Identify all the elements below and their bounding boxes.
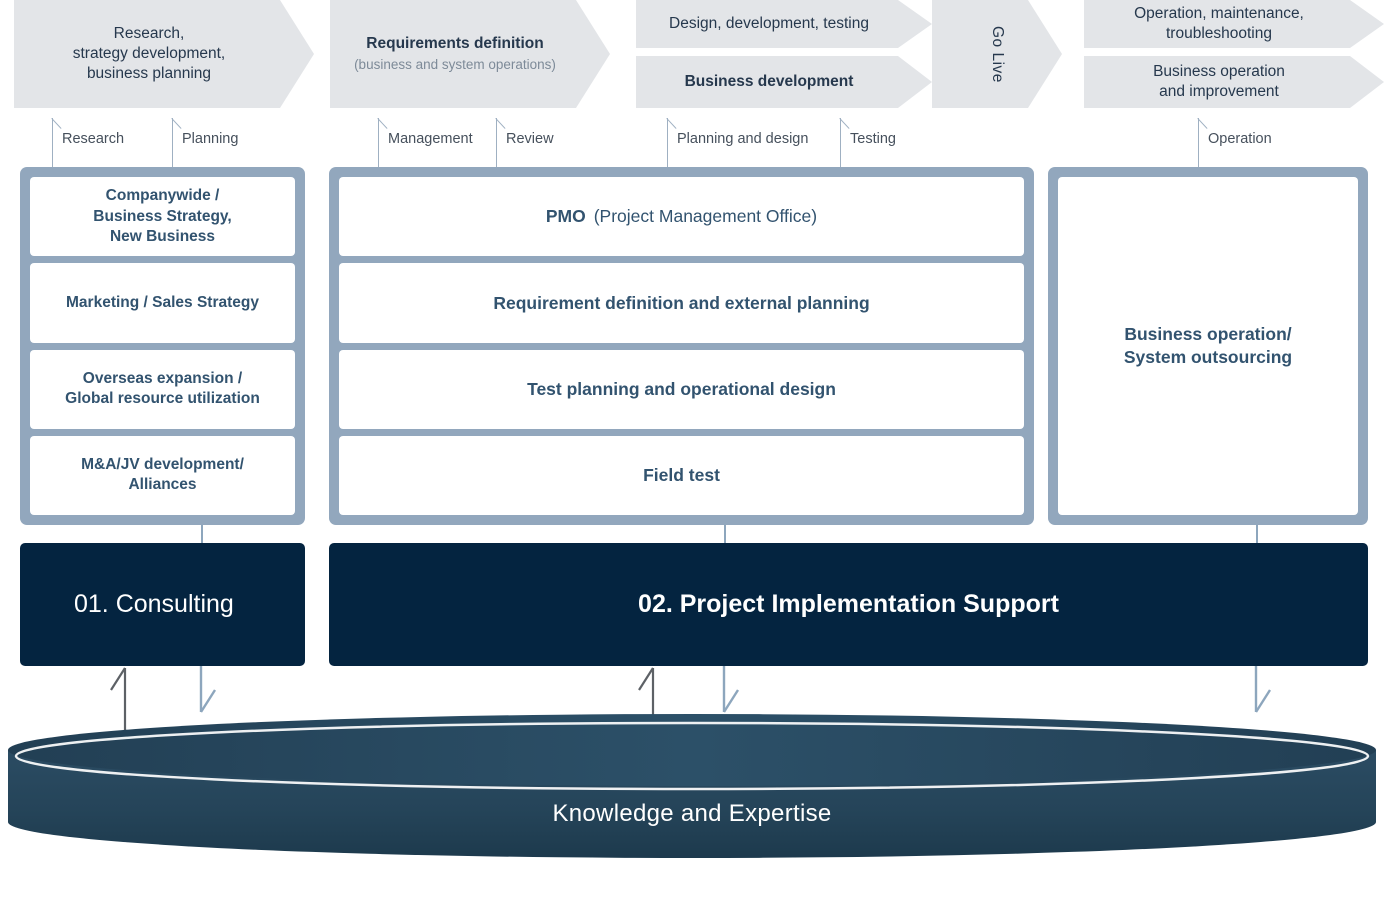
tick-label-planning: Planning [182, 131, 239, 147]
phase-arrow-go-live: Go Live [932, 0, 1062, 108]
card-overseas-expansion-label: Overseas expansion / Global resource uti… [65, 369, 260, 408]
phase-arrow-design-development-testing-title: Design, development, testing [669, 15, 869, 33]
card-pmo-rest: (Project Management Office) [593, 206, 818, 227]
tick-flag-planning [172, 118, 184, 130]
panel-consulting: Companywide / Business Strategy, New Bus… [20, 167, 305, 525]
phase-arrow-business-operation: Business operation and improvement [1084, 56, 1384, 108]
bar-consulting-label: 01. Consulting [74, 590, 234, 618]
card-requirement-definition-external-planning[interactable]: Requirement definition and external plan… [339, 263, 1024, 343]
phase-arrow-requirements: Requirements definition (business and sy… [330, 0, 610, 108]
connector-project-panel-to-bar [724, 525, 726, 543]
tick-label-planning-and-design: Planning and design [677, 131, 809, 147]
phase-arrow-research: Research, strategy development, business… [14, 0, 314, 108]
tick-flag-operation [1198, 118, 1210, 130]
tick-label-research: Research [62, 131, 125, 147]
phase-arrow-business-development-title: Business development [684, 73, 854, 91]
tick-flag-testing [840, 118, 852, 130]
phase-arrow-business-development: Business development [636, 56, 932, 108]
connector-operation-panel-to-bar [1256, 525, 1258, 543]
tick-flag-research [52, 118, 64, 130]
card-companywide-business-strategy-label: Companywide / Business Strategy, New Bus… [93, 187, 232, 245]
card-companywide-business-strategy[interactable]: Companywide / Business Strategy, New Bus… [30, 177, 295, 257]
phase-arrow-operation-maintenance-title: Operation, maintenance, troubleshooting [1134, 5, 1304, 42]
card-pmo[interactable]: PMO (Project Management Office) [339, 177, 1024, 257]
card-requirement-definition-external-planning-label: Requirement definition and external plan… [493, 292, 870, 313]
tick-label-testing: Testing [850, 131, 896, 147]
card-ma-jv-development-label: M&A/JV development/ Alliances [81, 456, 244, 494]
card-business-operation-system-outsourcing[interactable]: Business operation/ System outsourcing [1058, 177, 1358, 515]
phase-arrow-research-title: Research, strategy development, business… [72, 25, 226, 82]
phase-arrow-requirements-subtitle: (business and system operations) [354, 57, 556, 73]
card-test-planning-operational-design-label: Test planning and operational design [527, 378, 836, 399]
card-business-operation-system-outsourcing-label: Business operation/ System outsourcing [1123, 324, 1293, 367]
card-pmo-strong: PMO [545, 206, 586, 227]
connector-consulting-panel-to-bar [201, 525, 203, 543]
card-marketing-sales-strategy-label: Marketing / Sales Strategy [66, 293, 259, 311]
tick-flag-planning-and-design [667, 118, 679, 130]
phase-arrow-requirements-title: Requirements definition [366, 35, 544, 53]
tick-label-operation: Operation [1208, 131, 1272, 147]
panel-operation: Business operation/ System outsourcing [1048, 167, 1368, 525]
bar-project-implementation-support-label: 02. Project Implementation Support [638, 590, 1059, 618]
diagram-canvas: Research, strategy development, business… [0, 0, 1384, 873]
phase-arrow-design-development-testing: Design, development, testing [636, 0, 932, 48]
bar-project-implementation-support[interactable]: 02. Project Implementation Support [329, 543, 1368, 666]
bar-consulting[interactable]: 01. Consulting [20, 543, 305, 666]
phase-arrow-business-operation-title: Business operation and improvement [1153, 63, 1285, 100]
card-test-planning-operational-design[interactable]: Test planning and operational design [339, 349, 1024, 429]
card-overseas-expansion[interactable]: Overseas expansion / Global resource uti… [30, 349, 295, 429]
phase-arrow-operation-maintenance: Operation, maintenance, troubleshooting [1084, 0, 1384, 48]
tick-flag-review [496, 118, 508, 130]
phase-arrow-go-live-title: Go Live [988, 25, 1006, 83]
card-marketing-sales-strategy[interactable]: Marketing / Sales Strategy [30, 263, 295, 343]
tick-flag-management [378, 118, 390, 130]
foundation-label: Knowledge and Expertise [552, 800, 832, 827]
tick-label-management: Management [388, 131, 473, 147]
panel-project-implementation: PMO (Project Management Office) Requirem… [329, 167, 1034, 525]
card-field-test-label: Field test [643, 465, 720, 485]
card-field-test[interactable]: Field test [339, 435, 1024, 515]
card-ma-jv-development[interactable]: M&A/JV development/ Alliances [30, 435, 295, 515]
tick-label-review: Review [506, 131, 554, 147]
